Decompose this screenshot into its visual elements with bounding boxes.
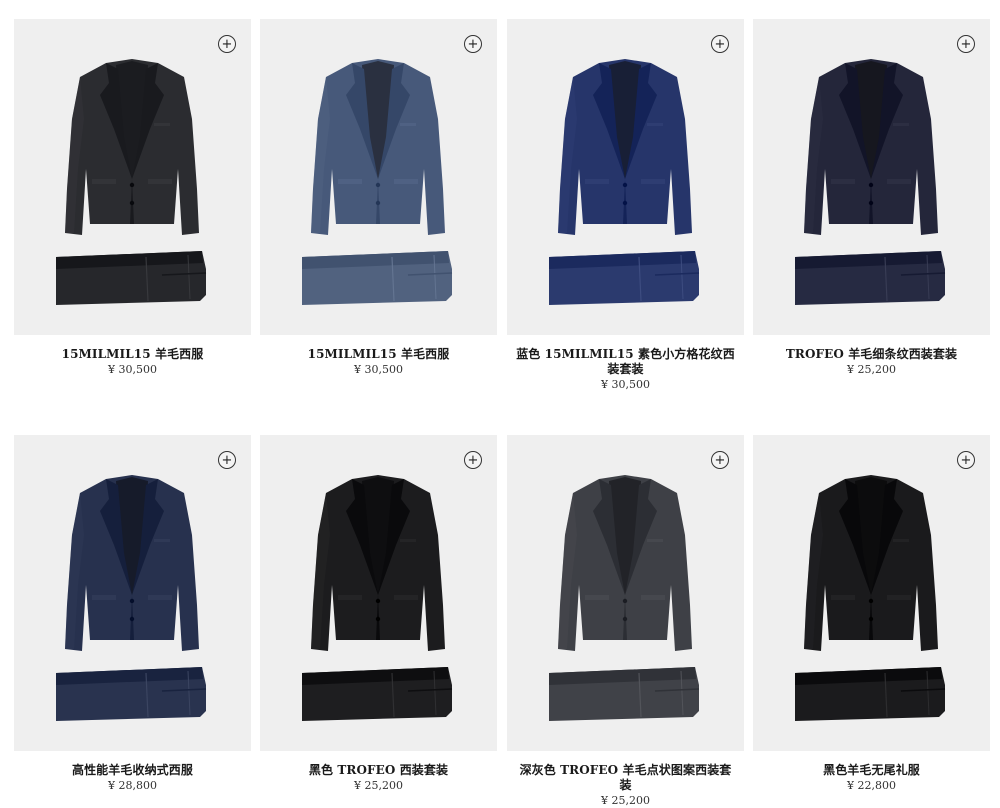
product-price: ¥ 25,200 — [354, 779, 403, 792]
product-name[interactable]: TROFEO 羊毛细条纹西装套装 — [761, 347, 982, 362]
product-name[interactable]: 15MILMIL15 羊毛西服 — [22, 347, 243, 362]
trousers — [795, 667, 946, 721]
trousers — [795, 251, 946, 305]
product-photo[interactable]: + — [260, 19, 497, 335]
product-price: ¥ 30,500 — [354, 363, 403, 376]
product-price: ¥ 25,200 — [601, 794, 650, 807]
suit-illustration — [549, 59, 700, 305]
product-price: ¥ 30,500 — [108, 363, 157, 376]
product-card[interactable]: + 黑色 TROFEO 西装套装 ¥ 25,200 — [260, 435, 497, 793]
jacket — [804, 475, 938, 651]
jacket — [311, 59, 445, 235]
product-card[interactable]: + 高性能羊毛收纳式西服 ¥ 28,800 — [14, 435, 251, 793]
add-to-wishlist-button[interactable]: + — [218, 451, 236, 469]
add-to-wishlist-button[interactable]: + — [711, 35, 729, 53]
product-name[interactable]: 蓝色 15MILMIL15 素色小方格花纹西装套装 — [515, 347, 736, 377]
product-photo[interactable]: + — [753, 435, 990, 751]
trousers — [56, 667, 207, 721]
add-to-wishlist-button[interactable]: + — [957, 451, 975, 469]
trousers — [302, 667, 453, 721]
product-photo[interactable]: + — [260, 435, 497, 751]
jacket — [311, 475, 445, 651]
product-photo[interactable]: + — [753, 19, 990, 335]
trousers — [56, 251, 207, 305]
product-price: ¥ 25,200 — [847, 363, 896, 376]
suit-illustration — [795, 475, 946, 721]
add-to-wishlist-button[interactable]: + — [218, 35, 236, 53]
suit-illustration — [302, 475, 453, 721]
add-to-wishlist-button[interactable]: + — [711, 451, 729, 469]
jacket — [558, 59, 692, 235]
product-name[interactable]: 深灰色 TROFEO 羊毛点状图案西装套装 — [515, 763, 736, 793]
trousers — [549, 667, 700, 721]
jacket — [65, 475, 199, 651]
product-card[interactable]: + 深灰色 TROFEO 羊毛点状图案西装套装 ¥ 25,200 — [507, 435, 744, 808]
suit-illustration — [549, 475, 700, 721]
suit-illustration — [56, 475, 207, 721]
product-card[interactable]: + 黑色羊毛无尾礼服 ¥ 22,800 — [753, 435, 990, 793]
product-card[interactable]: + TROFEO 羊毛细条纹西装套装 ¥ 25,200 — [753, 19, 990, 377]
product-price: ¥ 28,800 — [108, 779, 157, 792]
suit-illustration — [56, 59, 207, 305]
jacket — [558, 475, 692, 651]
product-name[interactable]: 15MILMIL15 羊毛西服 — [268, 347, 489, 362]
add-to-wishlist-button[interactable]: + — [957, 35, 975, 53]
add-to-wishlist-button[interactable]: + — [464, 35, 482, 53]
product-card[interactable]: + 15MILMIL15 羊毛西服 ¥ 30,500 — [260, 19, 497, 377]
product-name[interactable]: 黑色羊毛无尾礼服 — [761, 763, 982, 778]
product-photo[interactable]: + — [14, 19, 251, 335]
suit-illustration — [795, 59, 946, 305]
product-price: ¥ 22,800 — [847, 779, 896, 792]
product-price: ¥ 30,500 — [601, 378, 650, 391]
suit-illustration — [302, 59, 453, 305]
product-photo[interactable]: + — [507, 435, 744, 751]
product-card[interactable]: + 蓝色 15MILMIL15 素色小方格花纹西装套装 ¥ 30,500 — [507, 19, 744, 392]
product-card[interactable]: + 15MILMIL15 羊毛西服 ¥ 30,500 — [14, 19, 251, 377]
product-grid: + 15MILMIL15 羊毛西服 ¥ 30,500 + 15MILMIL15 … — [0, 0, 1000, 807]
jacket — [65, 59, 199, 235]
jacket — [804, 59, 938, 235]
product-name[interactable]: 高性能羊毛收纳式西服 — [22, 763, 243, 778]
trousers — [549, 251, 700, 305]
product-name[interactable]: 黑色 TROFEO 西装套装 — [268, 763, 489, 778]
add-to-wishlist-button[interactable]: + — [464, 451, 482, 469]
trousers — [302, 251, 453, 305]
product-photo[interactable]: + — [507, 19, 744, 335]
product-photo[interactable]: + — [14, 435, 251, 751]
